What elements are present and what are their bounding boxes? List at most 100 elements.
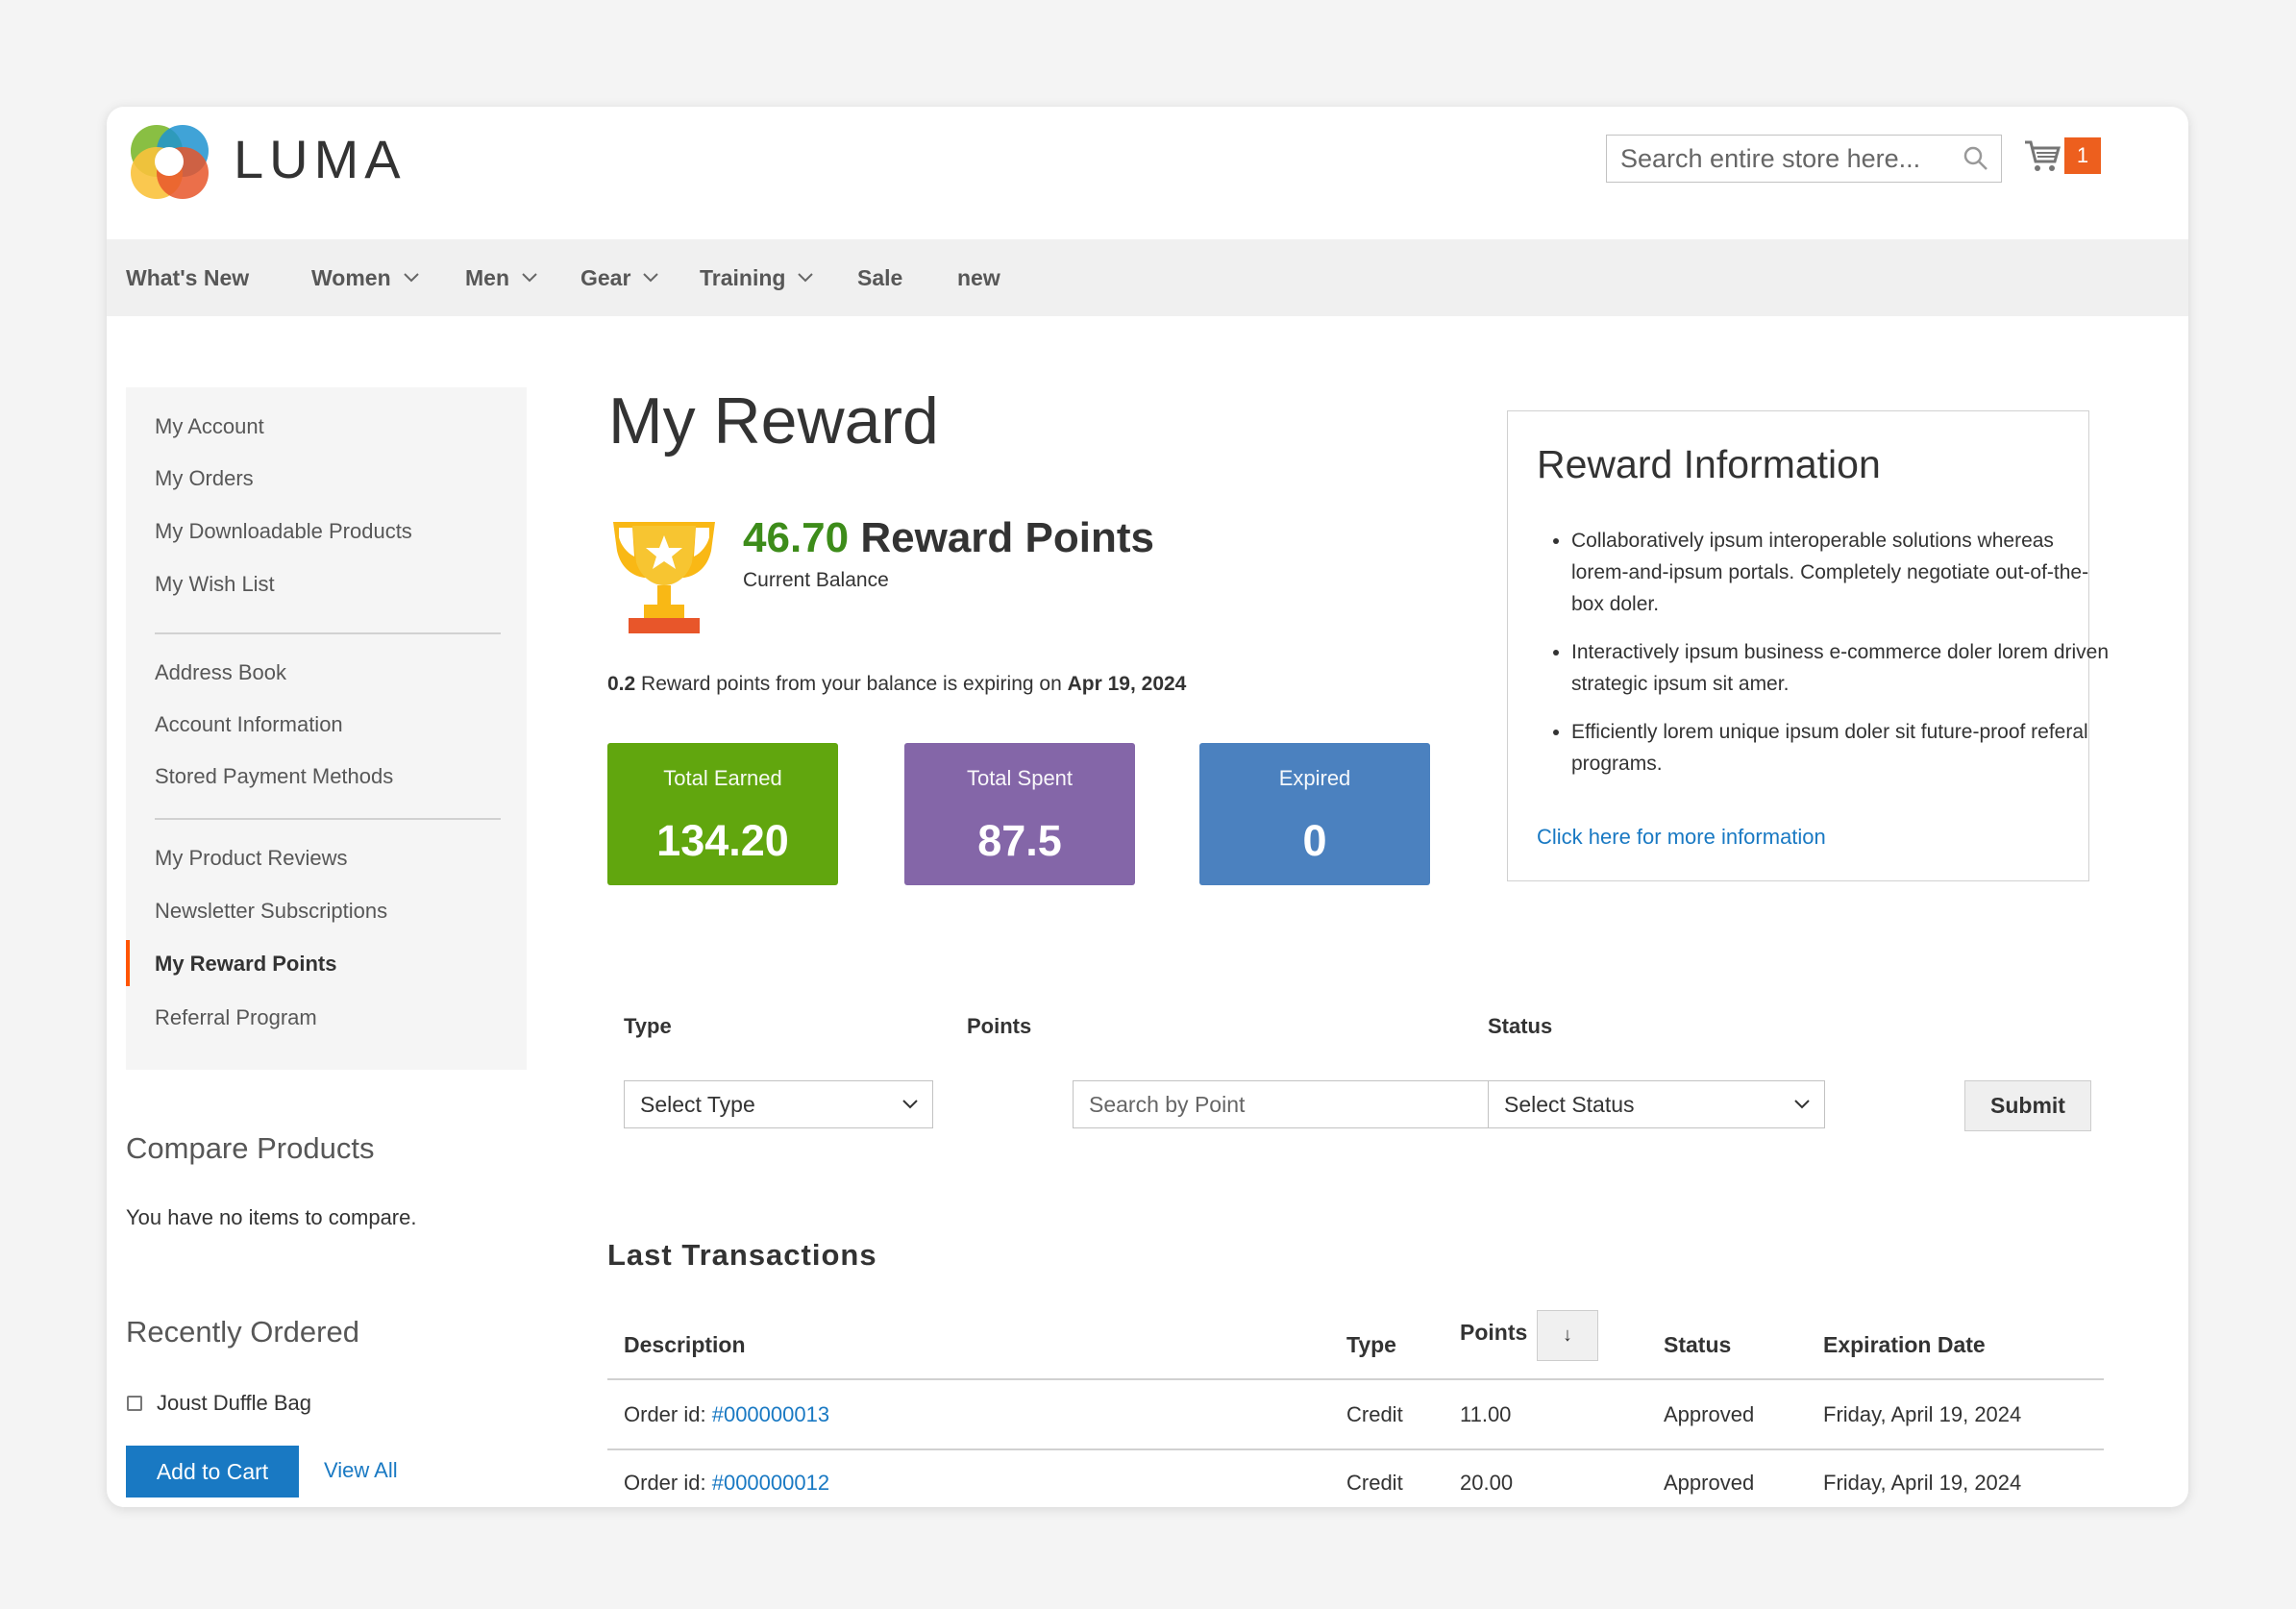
compare-empty-text: You have no items to compare.: [126, 1205, 417, 1229]
column-header-type: Type: [1346, 1332, 1396, 1357]
sidebar-item-address-book[interactable]: Address Book: [155, 660, 286, 685]
more-information-link[interactable]: Click here for more information: [1537, 825, 1826, 850]
expiring-notice: 0.2 Reward points from your balance is e…: [607, 673, 1186, 696]
sidebar-item-my-account[interactable]: My Account: [155, 414, 264, 439]
nav-item-gear[interactable]: Gear: [580, 239, 659, 316]
sidebar-divider: [155, 632, 501, 634]
nav-label: new: [957, 264, 1000, 290]
stat-value: 0: [1302, 816, 1327, 865]
recently-ordered-item[interactable]: Joust Duffle Bag: [157, 1391, 311, 1416]
logo-text[interactable]: LUMA: [234, 128, 407, 190]
active-item-marker: [126, 940, 130, 986]
sidebar-item-downloadable-products[interactable]: My Downloadable Products: [155, 519, 412, 544]
sidebar-item-my-reward-points[interactable]: My Reward Points: [155, 952, 336, 977]
sort-arrow-icon: ↓: [1563, 1324, 1572, 1346]
nav-item-new[interactable]: new: [957, 239, 1000, 316]
cart-count-badge[interactable]: 1: [2064, 137, 2101, 174]
row-type: Credit: [1346, 1471, 1403, 1495]
nav-item-men[interactable]: Men: [465, 239, 538, 316]
nav-item-training[interactable]: Training: [700, 239, 814, 316]
list-item: Efficiently lorem unique ipsum doler sit…: [1571, 716, 2110, 780]
cart-icon[interactable]: [2023, 136, 2061, 175]
sidebar-item-stored-payment-methods[interactable]: Stored Payment Methods: [155, 764, 393, 789]
chevron-down-icon: [902, 1100, 918, 1109]
column-header-description: Description: [624, 1332, 746, 1357]
nav-item-sale[interactable]: Sale: [857, 239, 902, 316]
browser-page: LUMA 1 What's New Women Men Gear Trainin…: [107, 107, 2188, 1507]
reward-information-list: Collaboratively ipsum interoperable solu…: [1537, 525, 2110, 796]
nav-label: Sale: [857, 264, 903, 290]
row-description: Order id: #000000012: [624, 1471, 829, 1496]
search-icon[interactable]: [1963, 145, 1989, 172]
compare-products-title: Compare Products: [126, 1131, 375, 1165]
points-filter-label: Points: [967, 1014, 1032, 1038]
sidebar-item-account-information[interactable]: Account Information: [155, 712, 343, 737]
sidebar-item-product-reviews[interactable]: My Product Reviews: [155, 846, 348, 871]
type-select[interactable]: Select Type: [624, 1080, 933, 1128]
chevron-down-icon: [522, 273, 537, 283]
nav-label: Training: [700, 264, 786, 290]
row-status: Approved: [1664, 1471, 1755, 1495]
stat-expired: Expired 0: [1199, 743, 1430, 885]
table-divider: [607, 1448, 2104, 1450]
row-points: 20.00: [1460, 1471, 1514, 1495]
balance-label: Current Balance: [743, 569, 889, 591]
stat-value: 87.5: [977, 816, 1062, 865]
submit-button[interactable]: Submit: [1964, 1080, 2091, 1131]
type-select-value: Select Type: [640, 1091, 755, 1117]
status-select-value: Select Status: [1504, 1091, 1635, 1117]
list-item: Collaboratively ipsum interoperable solu…: [1571, 525, 2110, 620]
main-nav: What's New Women Men Gear Training Sale …: [107, 239, 2188, 316]
search-input[interactable]: [1607, 136, 1980, 182]
row-type: Credit: [1346, 1402, 1403, 1426]
nav-label: Men: [465, 264, 509, 290]
status-select[interactable]: Select Status: [1488, 1080, 1825, 1128]
stat-total-spent: Total Spent 87.5: [904, 743, 1135, 885]
expire-date: Apr 19, 2024: [1067, 673, 1187, 695]
luma-logo-icon[interactable]: [128, 119, 211, 203]
list-item: Interactively ipsum business e-commerce …: [1571, 636, 2110, 700]
search-box: [1606, 135, 2002, 183]
order-link[interactable]: #000000012: [712, 1471, 829, 1495]
type-filter-label: Type: [624, 1014, 672, 1038]
order-label: Order id:: [624, 1471, 706, 1495]
chevron-down-icon: [643, 273, 659, 283]
balance-unit: Reward Points: [860, 514, 1154, 561]
order-link[interactable]: #000000013: [712, 1402, 829, 1426]
stat-value: 134.20: [656, 816, 789, 865]
sidebar-item-referral-program[interactable]: Referral Program: [155, 1005, 317, 1030]
view-all-link[interactable]: View All: [324, 1458, 398, 1483]
sidebar-item-newsletter-subscriptions[interactable]: Newsletter Subscriptions: [155, 899, 387, 924]
sidebar-divider: [155, 818, 501, 820]
recently-ordered-checkbox[interactable]: [127, 1396, 142, 1411]
column-header-points: Points: [1460, 1320, 1528, 1345]
row-expiration: Friday, April 19, 2024: [1823, 1402, 2022, 1426]
table-divider: [607, 1378, 2104, 1380]
sidebar-item-my-orders[interactable]: My Orders: [155, 466, 254, 491]
add-to-cart-button[interactable]: Add to Cart: [126, 1446, 299, 1498]
reward-balance: 46.70 Reward Points: [743, 514, 1154, 562]
nav-item-women[interactable]: Women: [311, 239, 420, 316]
sidebar-item-wish-list[interactable]: My Wish List: [155, 572, 275, 597]
order-label: Order id:: [624, 1402, 706, 1426]
chevron-down-icon: [403, 273, 419, 283]
nav-item-whats-new[interactable]: What's New: [126, 239, 249, 316]
stat-total-earned: Total Earned 134.20: [607, 743, 838, 885]
column-header-status: Status: [1664, 1332, 1732, 1357]
row-status: Approved: [1664, 1402, 1755, 1426]
balance-value: 46.70: [743, 514, 850, 561]
chevron-down-icon: [798, 273, 814, 283]
stat-label: Total Earned: [663, 766, 782, 790]
account-sidebar: My Account My Orders My Downloadable Pro…: [126, 387, 527, 1070]
chevron-down-icon: [1794, 1100, 1810, 1109]
reward-information-title: Reward Information: [1537, 442, 1881, 486]
row-description: Order id: #000000013: [624, 1402, 829, 1427]
page-title: My Reward: [608, 384, 939, 458]
column-header-expiration-date: Expiration Date: [1823, 1332, 1986, 1357]
stat-label: Expired: [1278, 766, 1351, 790]
row-expiration: Friday, April 19, 2024: [1823, 1471, 2022, 1495]
expire-text: Reward points from your balance is expir…: [641, 673, 1062, 695]
nav-label: Gear: [580, 264, 631, 290]
nav-label: Women: [311, 264, 391, 290]
sort-points-button[interactable]: ↓: [1537, 1310, 1598, 1361]
